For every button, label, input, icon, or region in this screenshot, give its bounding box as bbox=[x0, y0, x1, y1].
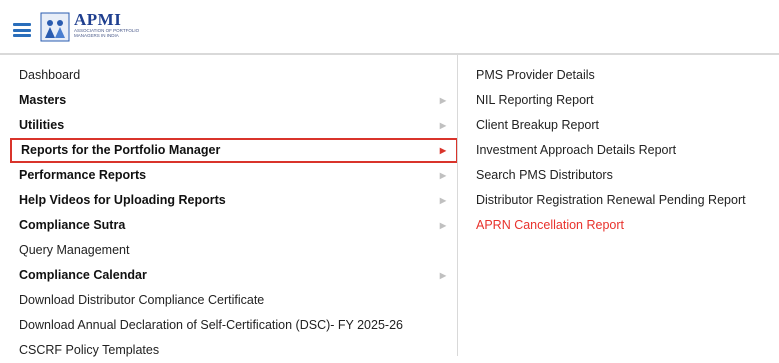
menu-item-label: Dashboard bbox=[19, 68, 81, 82]
submenu-item-search-pms-distributors[interactable]: Search PMS Distributors bbox=[467, 163, 779, 188]
menu-item-dashboard[interactable]: Dashboard bbox=[10, 63, 458, 88]
menu-item-label: Performance Reports bbox=[19, 168, 147, 182]
menu-item-label: Utilities bbox=[19, 118, 65, 132]
submenu-item-distributor-renewal-pending[interactable]: Distributor Registration Renewal Pending… bbox=[467, 188, 779, 213]
menu-item-masters[interactable]: Masters ▶ bbox=[10, 88, 458, 113]
menu-divider bbox=[457, 55, 458, 356]
menu-item-download-dsc[interactable]: Download Annual Declaration of Self-Cert… bbox=[10, 313, 458, 338]
menu-item-label: Compliance Sutra bbox=[19, 218, 126, 232]
menu-item-cscrf-policy-templates[interactable]: CSCRF Policy Templates bbox=[10, 338, 458, 363]
menu-item-label: CSCRF Policy Templates bbox=[19, 343, 160, 357]
submenu-item-investment-approach-report[interactable]: Investment Approach Details Report bbox=[467, 138, 779, 163]
menu-item-query-management[interactable]: Query Management bbox=[10, 238, 458, 263]
menu-item-label: Query Management bbox=[19, 243, 130, 257]
apmi-logo[interactable]: APMI Association of Portfolio Managers i… bbox=[40, 10, 160, 44]
menu-item-utilities[interactable]: Utilities ▶ bbox=[10, 113, 458, 138]
top-bar: APMI Association of Portfolio Managers i… bbox=[0, 0, 779, 52]
caret-right-icon: ▶ bbox=[439, 196, 446, 205]
main-menu: Dashboard Masters ▶ Utilities ▶ Reports … bbox=[10, 63, 458, 363]
caret-right-icon: ▶ bbox=[439, 171, 446, 180]
logo-title: APMI bbox=[74, 10, 122, 29]
menu-item-performance-reports[interactable]: Performance Reports ▶ bbox=[10, 163, 458, 188]
caret-right-icon: ▶ bbox=[439, 121, 446, 130]
menu-item-label: Download Annual Declaration of Self-Cert… bbox=[19, 318, 403, 332]
caret-right-icon: ▶ bbox=[439, 221, 446, 230]
caret-right-icon: ▶ bbox=[439, 146, 446, 155]
menu-item-reports-for-portfolio-manager[interactable]: Reports for the Portfolio Manager ▶ bbox=[10, 138, 458, 163]
submenu-item-client-breakup-report[interactable]: Client Breakup Report bbox=[467, 113, 779, 138]
header-divider bbox=[0, 53, 779, 55]
submenu-item-nil-reporting-report[interactable]: NIL Reporting Report bbox=[467, 88, 779, 113]
menu-item-label: Help Videos for Uploading Reports bbox=[19, 193, 226, 207]
caret-right-icon: ▶ bbox=[439, 96, 446, 105]
menu-item-compliance-sutra[interactable]: Compliance Sutra ▶ bbox=[10, 213, 458, 238]
caret-right-icon: ▶ bbox=[439, 271, 446, 280]
submenu-reports: PMS Provider Details NIL Reporting Repor… bbox=[467, 63, 779, 238]
menu-item-download-distributor-certificate[interactable]: Download Distributor Compliance Certific… bbox=[10, 288, 458, 313]
submenu-item-aprn-cancellation-report[interactable]: APRN Cancellation Report bbox=[467, 213, 779, 238]
logo-subtitle: Association of Portfolio Managers in Ind… bbox=[74, 28, 140, 38]
hamburger-menu-icon[interactable] bbox=[13, 23, 31, 37]
menu-item-label: Download Distributor Compliance Certific… bbox=[19, 293, 265, 307]
menu-item-compliance-calendar[interactable]: Compliance Calendar ▶ bbox=[10, 263, 458, 288]
logo-emblem-icon bbox=[40, 12, 70, 42]
menu-item-help-videos[interactable]: Help Videos for Uploading Reports ▶ bbox=[10, 188, 458, 213]
menu-item-label: Masters bbox=[19, 93, 67, 107]
menu-item-label: Compliance Calendar bbox=[19, 268, 147, 282]
menu-item-label: Reports for the Portfolio Manager bbox=[21, 143, 221, 157]
submenu-item-pms-provider-details[interactable]: PMS Provider Details bbox=[467, 63, 779, 88]
